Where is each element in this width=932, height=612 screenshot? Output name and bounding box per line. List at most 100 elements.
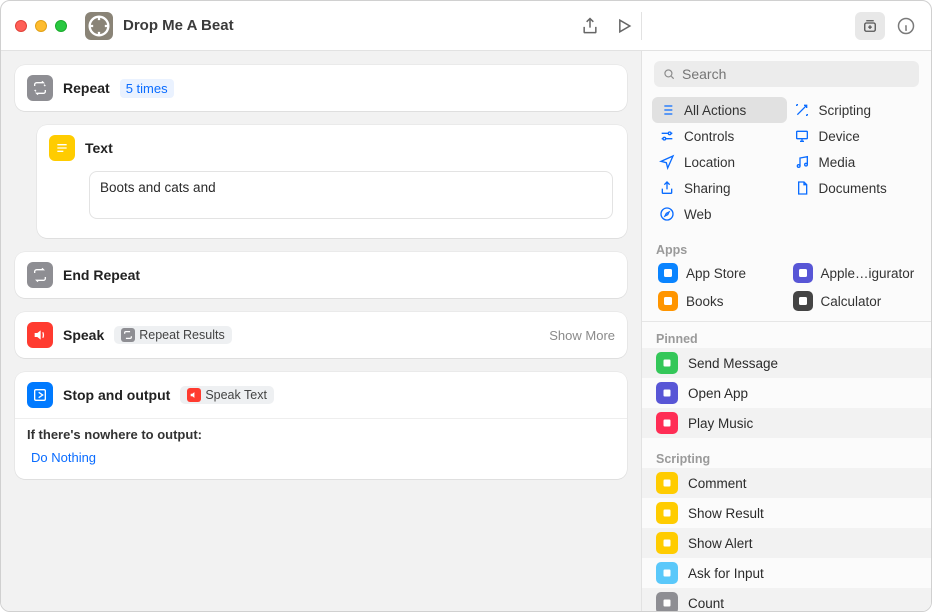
output-icon bbox=[27, 382, 53, 408]
action-label: Show Alert bbox=[688, 536, 753, 551]
category-media[interactable]: Media bbox=[787, 149, 922, 175]
scripting-list: CommentShow Result Show Alert Ask for Inpu… bbox=[642, 468, 931, 611]
category-all-actions[interactable]: All Actions bbox=[652, 97, 787, 123]
share-button[interactable] bbox=[573, 1, 607, 51]
action-end-repeat[interactable]: End Repeat bbox=[15, 252, 627, 298]
action-icon bbox=[656, 472, 678, 494]
action-icon bbox=[656, 562, 678, 584]
category-list: All Actions Scripting Controls Device Locati… bbox=[642, 95, 931, 235]
action-item-show-result[interactable]: Show Result bbox=[642, 498, 931, 528]
share-icon bbox=[658, 179, 676, 197]
category-label: Sharing bbox=[684, 181, 731, 196]
speaker-icon bbox=[27, 322, 53, 348]
search-field[interactable] bbox=[654, 61, 919, 87]
action-icon bbox=[656, 502, 678, 524]
window-title: Drop Me A Beat bbox=[123, 17, 234, 34]
titlebar-right bbox=[573, 1, 931, 51]
workflow-editor[interactable]: Repeat 5 times Text bbox=[1, 51, 641, 611]
doc-icon bbox=[793, 179, 811, 197]
action-item-send-message[interactable]: Send Message bbox=[642, 348, 931, 378]
app-label: Apple…igurator bbox=[821, 266, 915, 281]
stop-input-token[interactable]: Speak Text bbox=[180, 386, 274, 404]
action-item-comment[interactable]: Comment bbox=[642, 468, 931, 498]
action-repeat[interactable]: Repeat 5 times bbox=[15, 65, 627, 111]
category-documents[interactable]: Documents bbox=[787, 175, 922, 201]
app-books[interactable]: Books bbox=[652, 287, 787, 315]
safari-icon bbox=[658, 205, 676, 223]
info-button[interactable] bbox=[891, 12, 921, 40]
action-label: Count bbox=[688, 596, 724, 611]
library-toggle-button[interactable] bbox=[855, 12, 885, 40]
action-item-show-alert[interactable]: Show Alert bbox=[642, 528, 931, 558]
category-label: All Actions bbox=[684, 103, 746, 118]
category-label: Documents bbox=[819, 181, 887, 196]
app-apple-igurator[interactable]: Apple…igurator bbox=[787, 259, 922, 287]
category-location[interactable]: Location bbox=[652, 149, 787, 175]
sidebar-header bbox=[641, 12, 931, 40]
action-label: Play Music bbox=[688, 416, 753, 431]
app-app-store[interactable]: App Store bbox=[652, 259, 787, 287]
speaker-icon bbox=[187, 388, 201, 402]
show-more-button[interactable]: Show More bbox=[549, 328, 615, 343]
shortcut-icon bbox=[85, 12, 113, 40]
token-label: Repeat Results bbox=[139, 328, 224, 342]
zoom-window-button[interactable] bbox=[55, 20, 67, 32]
category-label: Controls bbox=[684, 129, 734, 144]
action-item-open-app[interactable]: Open App bbox=[642, 378, 931, 408]
repeat-icon bbox=[27, 75, 53, 101]
section-header-scripting: Scripting bbox=[642, 444, 931, 468]
action-title: End Repeat bbox=[63, 267, 140, 283]
run-button[interactable] bbox=[607, 1, 641, 51]
speak-input-token[interactable]: Repeat Results bbox=[114, 326, 231, 344]
search-input[interactable] bbox=[682, 66, 911, 82]
app-window: Drop Me A Beat bbox=[0, 0, 932, 612]
device-icon bbox=[793, 127, 811, 145]
sliders-icon bbox=[658, 127, 676, 145]
titlebar: Drop Me A Beat bbox=[1, 1, 931, 51]
category-device[interactable]: Device bbox=[787, 123, 922, 149]
action-item-ask-for-input[interactable]: Ask for Input bbox=[642, 558, 931, 588]
app-label: Books bbox=[686, 294, 724, 309]
action-item-play-music[interactable]: Play Music bbox=[642, 408, 931, 438]
repeat-count-token[interactable]: 5 times bbox=[120, 79, 174, 98]
app-calculator[interactable]: Calculator bbox=[787, 287, 922, 315]
action-title: Stop and output bbox=[63, 387, 170, 403]
action-title: Text bbox=[85, 140, 113, 156]
action-title: Repeat bbox=[63, 80, 110, 96]
action-speak[interactable]: Speak Repeat Results Show More bbox=[15, 312, 627, 358]
category-label: Scripting bbox=[819, 103, 872, 118]
footer-label: If there's nowhere to output: bbox=[27, 427, 615, 442]
category-web[interactable]: Web bbox=[652, 201, 787, 227]
action-item-count[interactable]: Count bbox=[642, 588, 931, 611]
action-label: Send Message bbox=[688, 356, 778, 371]
text-action-input[interactable] bbox=[89, 171, 613, 219]
section-header-pinned: Pinned bbox=[642, 324, 931, 348]
app-label: App Store bbox=[686, 266, 746, 281]
category-label: Device bbox=[819, 129, 860, 144]
repeat-icon bbox=[27, 262, 53, 288]
action-text[interactable]: Text bbox=[37, 125, 627, 238]
action-stop-output[interactable]: Stop and output Speak Text If there's no… bbox=[15, 372, 627, 479]
category-sharing[interactable]: Sharing bbox=[652, 175, 787, 201]
action-icon bbox=[656, 532, 678, 554]
output-behavior-button[interactable]: Do Nothing bbox=[27, 448, 615, 467]
app-icon bbox=[658, 263, 678, 283]
category-scripting[interactable]: Scripting bbox=[787, 97, 922, 123]
action-label: Ask for Input bbox=[688, 566, 764, 581]
window-controls bbox=[15, 20, 67, 32]
app-icon bbox=[793, 263, 813, 283]
search-icon bbox=[662, 67, 676, 81]
text-icon bbox=[49, 135, 75, 161]
action-icon bbox=[656, 592, 678, 611]
app-label: Calculator bbox=[821, 294, 882, 309]
music-icon bbox=[793, 153, 811, 171]
action-icon bbox=[656, 412, 678, 434]
minimize-window-button[interactable] bbox=[35, 20, 47, 32]
category-label: Web bbox=[684, 207, 712, 222]
close-window-button[interactable] bbox=[15, 20, 27, 32]
wand-icon bbox=[793, 101, 811, 119]
token-label: Speak Text bbox=[205, 388, 267, 402]
action-library-sidebar: All Actions Scripting Controls Device Locati… bbox=[641, 51, 931, 611]
app-icon bbox=[658, 291, 678, 311]
category-controls[interactable]: Controls bbox=[652, 123, 787, 149]
